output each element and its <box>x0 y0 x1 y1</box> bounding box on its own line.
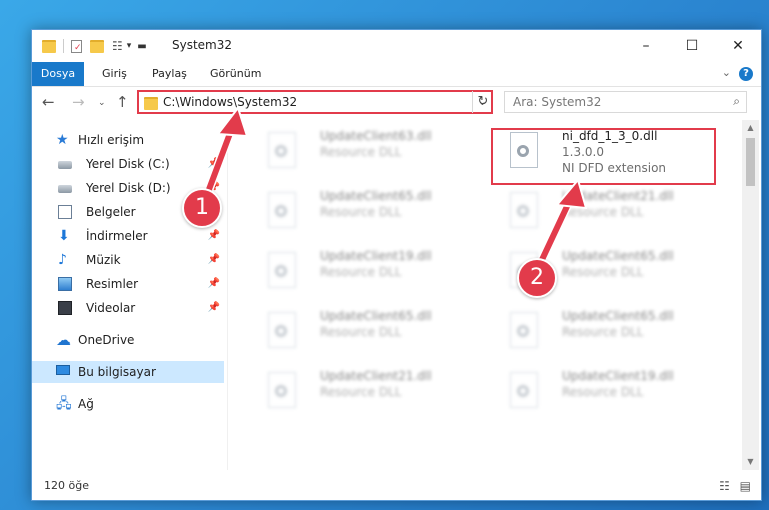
arrow-2 <box>535 177 588 269</box>
arrow-1 <box>200 105 249 205</box>
callout-badge-2: 2 <box>517 258 557 298</box>
callout-badge-1: 1 <box>182 188 222 228</box>
callout-arrows <box>200 105 588 269</box>
